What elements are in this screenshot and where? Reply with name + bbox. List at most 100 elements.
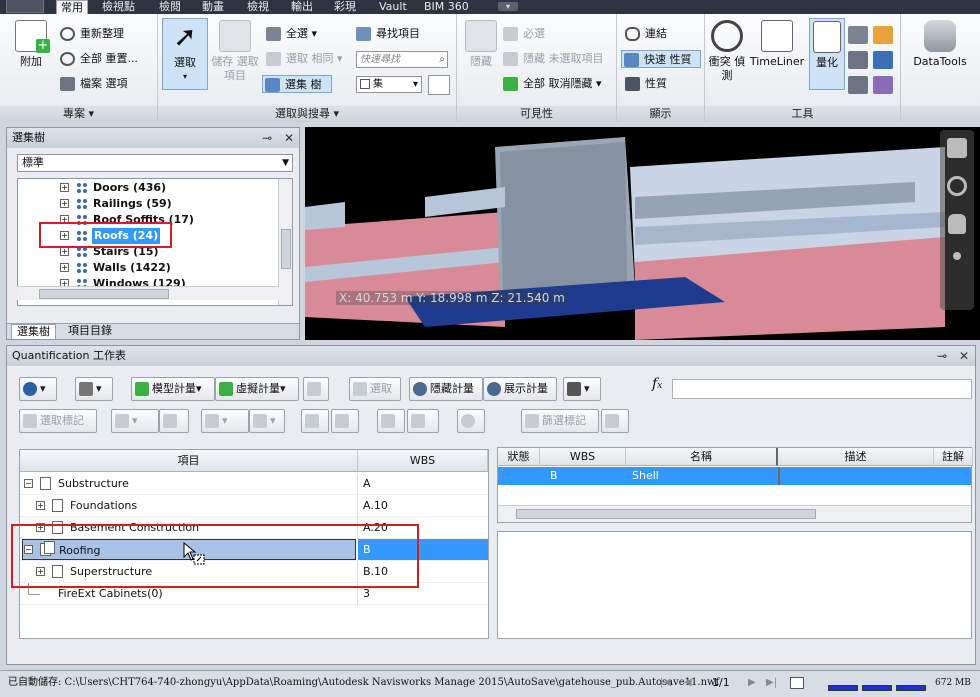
find-items-button[interactable]: 尋找項目 [354, 25, 420, 43]
table-row-roofing[interactable]: Roofing − B [20, 539, 488, 565]
batch-utility-icon[interactable] [873, 26, 893, 44]
tab-selection-tree[interactable]: 選集樹 [11, 324, 56, 339]
export-options-button[interactable]: ▾ [563, 377, 601, 401]
tab-overflow-icon[interactable]: ▾ [498, 2, 518, 11]
expand-icon[interactable]: + [60, 215, 69, 224]
linear-tool-button[interactable] [159, 409, 189, 433]
tab-render[interactable]: 彩現 [330, 0, 360, 14]
table-row-substructure[interactable]: − Substructure A [20, 473, 488, 495]
hide-button[interactable]: 隱藏 [461, 18, 501, 69]
require-button[interactable]: 必選 [501, 25, 545, 43]
expand-icon[interactable]: + [60, 247, 69, 256]
split-markup-button[interactable] [601, 409, 629, 433]
select-same-button[interactable]: 選取 相同 ▾ [264, 50, 343, 68]
select-button[interactable]: ➚ 選取 ▾ [162, 18, 208, 90]
vertical-scrollbar[interactable] [278, 179, 292, 305]
tab-view[interactable]: 檢視 [243, 0, 273, 14]
horizontal-scrollbar[interactable] [17, 286, 279, 300]
expand-icon[interactable]: + [60, 183, 69, 192]
compare-icon[interactable] [873, 51, 893, 69]
first-page-icon[interactable]: |◀ [660, 671, 671, 695]
sets-dropdown[interactable]: 集 ▾ [356, 76, 422, 93]
column-header-name[interactable]: 名稱 [626, 448, 778, 466]
timeliner-button[interactable]: TimeLiner [747, 18, 807, 69]
tab-output[interactable]: 輸出 [287, 0, 317, 14]
expand-icon[interactable]: + [36, 501, 45, 510]
orbit-icon[interactable] [953, 252, 961, 260]
virtual-takeoff-button[interactable]: 虛擬計量▾ [215, 377, 299, 401]
rectangle-tool-button[interactable]: ▾ [249, 409, 285, 433]
collapse-icon[interactable]: − [24, 545, 33, 554]
last-page-icon[interactable]: ▶| [766, 671, 777, 695]
collapse-icon[interactable]: − [24, 479, 33, 488]
table-row-basement-construction[interactable]: + Basement Construction A.20 [20, 517, 488, 539]
select-markup-button[interactable]: 選取標記 [19, 409, 97, 433]
links-button[interactable]: 連結 [623, 25, 667, 43]
workbook-view-button[interactable]: ▾ [75, 377, 113, 401]
formula-input[interactable] [672, 379, 972, 399]
tab-animation[interactable]: 動畫 [198, 0, 228, 14]
pan-hand-icon[interactable] [948, 214, 966, 234]
tab-home[interactable]: 常用 [56, 0, 88, 14]
model-takeoff-button[interactable]: 模型計量▾ [131, 377, 215, 401]
next-page-icon[interactable]: ▶ [748, 671, 756, 695]
properties-button[interactable]: 性質 [623, 75, 667, 93]
3d-viewport[interactable] [305, 127, 980, 340]
refresh-button[interactable]: 重新整理 [58, 25, 124, 43]
animator-icon[interactable] [848, 51, 868, 69]
file-options-button[interactable]: 檔案 選項 [58, 75, 128, 93]
appearance-profiler-icon[interactable] [848, 26, 868, 44]
column-header-wbs[interactable]: WBS [540, 448, 626, 466]
application-menu-button[interactable] [6, 0, 44, 13]
column-header-status[interactable]: 狀態 [498, 448, 540, 466]
tab-review[interactable]: 檢閱 [155, 0, 185, 14]
filter-markup-button[interactable]: 篩選標記 [521, 409, 599, 433]
viewcube-icon[interactable] [947, 138, 967, 158]
previous-page-icon[interactable]: ◀ [684, 671, 692, 695]
tab-bim360[interactable]: BIM 360 [420, 0, 473, 14]
expand-icon[interactable]: + [36, 567, 45, 576]
table-row-foundations[interactable]: + Foundations A.10 [20, 495, 488, 517]
column-header-notes[interactable]: 註解 [934, 448, 973, 466]
select-all-button[interactable]: 全選 ▾ [264, 25, 317, 43]
column-header-item[interactable]: 項目 [20, 450, 358, 472]
datatools-button[interactable]: DataTools [907, 18, 973, 69]
expand-icon[interactable]: + [60, 199, 69, 208]
group-label-select-search[interactable]: 選取與搜尋 ▾ [158, 106, 456, 122]
tab-vault[interactable]: Vault [375, 0, 411, 14]
area-tool-button[interactable]: ▾ [111, 409, 159, 433]
count-button[interactable] [457, 409, 485, 433]
unhide-all-button[interactable]: 全部 取消隱藏 ▾ [501, 75, 602, 93]
autodesk-rendering-icon[interactable] [873, 76, 893, 94]
quick-find-icon[interactable]: ⌕ [439, 52, 445, 67]
column-header-wbs[interactable]: WBS [358, 450, 488, 472]
polygon-tool-button[interactable]: ▾ [201, 409, 249, 433]
quick-properties-button[interactable]: 快速 性質 [621, 50, 701, 68]
hide-unselected-button[interactable]: 隱藏 未選取項目 [501, 50, 604, 68]
manage-sets-button[interactable] [428, 75, 450, 95]
table-row-superstructure[interactable]: + Superstructure B.10 [20, 561, 488, 583]
expand-icon[interactable]: + [36, 523, 45, 532]
bucket-fill-button[interactable] [301, 409, 329, 433]
quick-find-input[interactable]: 快速尋找 ⌕ [356, 51, 448, 68]
steering-wheel-icon[interactable] [947, 176, 967, 196]
close-icon[interactable]: ✕ [959, 346, 969, 366]
quantification-button[interactable]: 量化 [809, 18, 845, 90]
scripter-icon[interactable] [848, 76, 868, 94]
select-takeoff-button[interactable]: 選取 [349, 377, 401, 401]
horizontal-scrollbar[interactable] [498, 505, 971, 522]
select-region-button[interactable] [331, 409, 359, 433]
reset-all-button[interactable]: 全部 重置... [58, 50, 138, 68]
expand-icon[interactable]: + [60, 263, 69, 272]
clash-detective-button[interactable]: 衝突 偵測 [707, 18, 747, 83]
eraser-button[interactable] [407, 409, 439, 433]
show-takeoff-button[interactable]: 展示計量 [483, 377, 557, 401]
refresh-takeoff-button[interactable] [303, 377, 329, 401]
add-vertex-button[interactable] [377, 409, 405, 433]
tab-items-catalog[interactable]: 項目目錄 [63, 324, 117, 339]
table-row[interactable]: B Shell [498, 467, 971, 485]
selection-tree-mode-select[interactable]: 標準 ▼ [17, 154, 293, 172]
hide-takeoff-button[interactable]: 隱藏計量 [409, 377, 483, 401]
pin-icon[interactable]: ⊸ [262, 128, 272, 148]
selection-tree-button[interactable]: 選集 樹 [262, 75, 332, 93]
